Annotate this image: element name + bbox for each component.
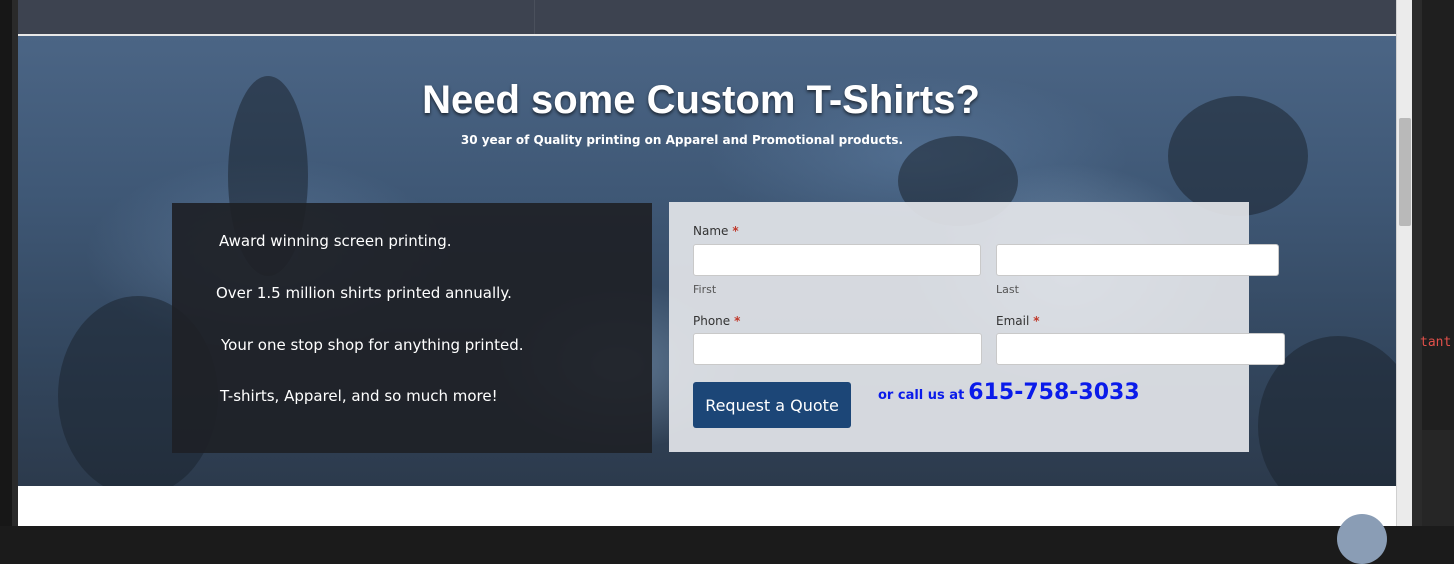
hero-section: Need some Custom T-Shirts? 30 year of Qu…: [18, 36, 1396, 486]
code-fragment: tant: [1420, 335, 1452, 350]
side-panel-edge: [1412, 0, 1422, 526]
side-panel-block: [1422, 430, 1454, 526]
required-marker: *: [734, 314, 741, 328]
request-quote-button[interactable]: Request a Quote: [693, 382, 851, 428]
page-subtitle: 30 year of Quality printing on Apparel a…: [460, 133, 904, 147]
next-section: [18, 486, 1396, 526]
phone-number-link[interactable]: 615-758-3033: [968, 380, 1139, 405]
name-label: Name *: [693, 224, 739, 238]
call-us-text: or call us at 615-758-3033: [878, 380, 1140, 405]
phone-label-text: Phone: [693, 314, 731, 328]
name-label-text: Name: [693, 224, 729, 238]
feature-item: Your one stop shop for anything printed.: [221, 336, 524, 354]
email-label: Email *: [996, 314, 1040, 328]
page-title: Need some Custom T-Shirts?: [422, 78, 980, 122]
page-scrollbar[interactable]: [1396, 0, 1413, 526]
last-sublabel: Last: [996, 283, 1019, 296]
devtools-side-panel: tant: [1412, 0, 1454, 526]
phone-label: Phone *: [693, 314, 740, 328]
features-panel: Award winning screen printing. Over 1.5 …: [172, 203, 652, 453]
last-name-input[interactable]: [996, 244, 1279, 276]
feature-item: T-shirts, Apparel, and so much more!: [220, 387, 498, 405]
feature-item: Over 1.5 million shirts printed annually…: [216, 284, 512, 302]
call-prefix: or call us at: [878, 388, 965, 403]
required-marker: *: [732, 224, 739, 238]
first-sublabel: First: [693, 283, 717, 296]
email-label-text: Email: [996, 314, 1030, 328]
left-window-frame: [0, 0, 18, 526]
phone-input[interactable]: [693, 333, 982, 365]
scrollbar-thumb[interactable]: [1399, 118, 1411, 226]
quote-form: Name * First Last Phone * Email * Request a…: [669, 202, 1285, 452]
scroll-to-top-button[interactable]: [1337, 514, 1387, 564]
first-name-input[interactable]: [693, 244, 981, 276]
feature-item: Award winning screen printing.: [219, 232, 452, 250]
strip-divider: [534, 0, 535, 34]
required-marker: *: [1033, 314, 1040, 328]
previous-section-strip: [18, 0, 1396, 36]
email-input[interactable]: [996, 333, 1285, 365]
